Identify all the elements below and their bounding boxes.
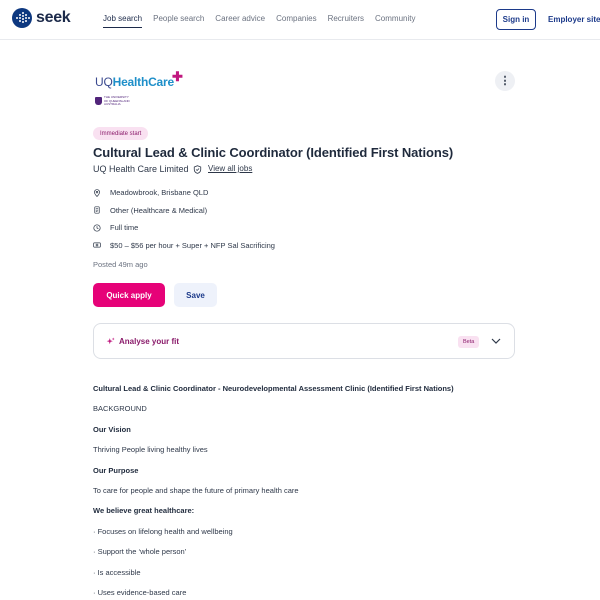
category-icon	[94, 206, 100, 214]
detail-salary-text: $50 – $56 per hour + Super + NFP Sal Sac…	[110, 240, 275, 250]
location-pin-icon	[94, 189, 100, 197]
detail-classification-text[interactable]: Other (Healthcare & Medical)	[110, 206, 207, 215]
kebab-menu-icon: ⋮	[499, 74, 511, 87]
university-crest-icon	[95, 97, 102, 106]
chevron-down-icon[interactable]	[490, 335, 502, 347]
description-line: · Is accessible	[93, 567, 141, 577]
nav-people-search[interactable]: People search	[153, 14, 204, 23]
sparkle-icon	[106, 337, 115, 345]
view-all-jobs-link[interactable]: View all jobs	[208, 164, 252, 173]
quick-apply-button[interactable]: Quick apply	[93, 283, 165, 307]
detail-work-type-text: Full time	[110, 223, 139, 233]
beta-badge: Beta	[458, 336, 480, 348]
more-options-button[interactable]: ⋮	[495, 71, 515, 91]
detail-salary: $50 – $56 per hour + Super + NFP Sal Sac…	[93, 237, 275, 255]
description-line: Thriving People living healthy lives	[93, 445, 208, 455]
description-line: · Focuses on lifelong health and wellbei…	[93, 526, 233, 536]
sign-in-button[interactable]: Sign in	[496, 9, 536, 30]
clock-icon	[93, 224, 101, 232]
detail-classification: Other (Healthcare & Medical)	[93, 202, 275, 220]
description-line: Our Vision	[93, 424, 131, 434]
money-icon	[93, 242, 101, 248]
nav-recruiters[interactable]: Recruiters	[328, 14, 364, 23]
description-line: · Uses evidence-based care	[93, 587, 187, 597]
top-header: seek Job search People search Career adv…	[0, 0, 600, 40]
description-heading: Cultural Lead & Clinic Coordinator - Neu…	[93, 384, 454, 393]
job-details: Meadowbrook, Brisbane QLD Other (Healthc…	[93, 184, 275, 254]
nav-career-advice[interactable]: Career advice	[215, 14, 265, 23]
university-logo-text: THE UNIVERSITY OF QUEENSLAND AUSTRALIA	[104, 95, 130, 106]
immediate-start-badge: Immediate start	[93, 127, 149, 140]
analyse-fit-label: Analyse your fit	[119, 337, 180, 346]
main-nav: Job search People search Career advice C…	[103, 14, 415, 28]
detail-location: Meadowbrook, Brisbane QLD	[93, 184, 275, 202]
nav-community[interactable]: Community	[375, 14, 415, 23]
description-line: · Support the ‘whole person’	[93, 547, 187, 557]
save-button[interactable]: Save	[174, 283, 217, 307]
detail-location-text[interactable]: Meadowbrook, Brisbane QLD	[110, 188, 208, 197]
advertiser: UQ Health Care Limited	[93, 164, 202, 174]
nav-companies[interactable]: Companies	[276, 14, 316, 23]
university-logo: THE UNIVERSITY OF QUEENSLAND AUSTRALIA	[95, 95, 132, 107]
analyse-fit-panel[interactable]: Analyse your fit Beta	[93, 323, 515, 359]
employer-site-link[interactable]: Employer site	[548, 15, 600, 24]
seek-logo-icon	[12, 8, 32, 28]
company-logo: UQHealthCare ✚	[95, 70, 183, 91]
description-line: We believe great healthcare:	[93, 506, 195, 516]
description-line: To care for people and shape the future …	[93, 485, 299, 495]
job-description: Cultural Lead & Clinic Coordinator - Neu…	[93, 384, 523, 600]
company-logo-uq: UQ	[95, 75, 113, 89]
verified-shield-icon	[193, 164, 201, 174]
nav-job-search[interactable]: Job search	[103, 14, 143, 28]
advertiser-name[interactable]: UQ Health Care Limited	[93, 164, 189, 174]
medical-cross-icon: ✚	[172, 69, 183, 84]
seek-logo-text: seek	[36, 9, 71, 26]
description-line: Our Purpose	[93, 465, 139, 475]
seek-logo[interactable]: seek	[12, 8, 71, 28]
description-line: BACKGROUND	[93, 404, 147, 414]
detail-work-type: Full time	[93, 219, 275, 237]
posted-time: Posted 49m ago	[93, 260, 148, 269]
job-title: Cultural Lead & Clinic Coordinator (Iden…	[93, 145, 454, 160]
company-logo-healthcare: HealthCare	[112, 75, 175, 89]
